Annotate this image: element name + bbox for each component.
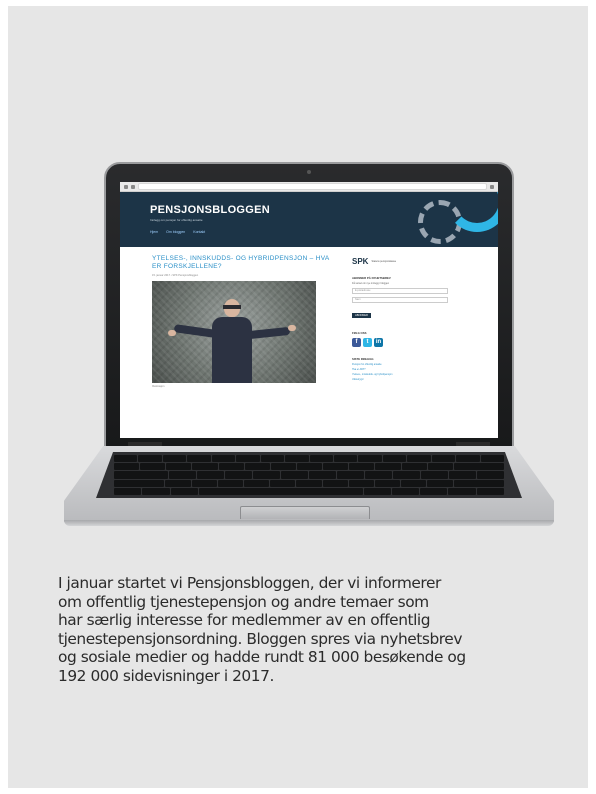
recent-link[interactable]: Hva er AFP? xyxy=(352,368,462,371)
post-title[interactable]: YTELSES-, INNSKUDDS- OG HYBRIDPENSJON – … xyxy=(152,255,332,270)
subscribe-text: Få varsel om nye innlegg i bloggen xyxy=(352,282,390,285)
post-meta: 15. januar 2017 • SPK Pensjonsbloggen xyxy=(152,274,199,277)
paragraph-line: om offentlig tjenestepensjon og andre te… xyxy=(58,592,429,611)
key-row xyxy=(114,455,504,463)
spk-brand: SPK Statens pensjonskasse xyxy=(352,257,462,266)
subscribe-button[interactable]: ABONNER xyxy=(352,313,371,318)
man-body xyxy=(212,317,252,383)
recent-heading: SISTE INNLEGG xyxy=(352,357,374,361)
man-hand-left xyxy=(168,330,176,336)
keyboard xyxy=(96,452,522,498)
laptop-base-edge xyxy=(64,520,554,526)
laptop-lid: PENSJONSBLOGGEN Innlegg om pensjon for o… xyxy=(104,162,514,450)
twitter-icon[interactable]: t xyxy=(363,338,372,347)
image-caption: Illustrasjon xyxy=(152,385,165,388)
nav-item-home[interactable]: Hjem xyxy=(150,230,158,234)
linkedin-icon[interactable]: in xyxy=(374,338,383,347)
key-row xyxy=(114,479,505,487)
paragraph-line: har særlig interesse for medlemmer av en… xyxy=(58,611,431,630)
nav-item-about[interactable]: Om bloggen xyxy=(166,230,185,234)
forward-icon[interactable] xyxy=(131,184,135,189)
laptop-screen: PENSJONSBLOGGEN Innlegg om pensjon for o… xyxy=(120,182,498,438)
paragraph-line: og sosiale medier og hadde rundt 81 000 … xyxy=(58,648,466,667)
address-bar[interactable] xyxy=(138,183,487,190)
recent-link[interactable]: Uføretrygd xyxy=(352,378,462,381)
paragraph-line: I januar startet vi Pensjonsbloggen, der… xyxy=(58,574,441,592)
spk-logo[interactable]: SPK xyxy=(352,257,368,266)
recent-link[interactable]: Ytelses-, innskudds- og hybridpensjon xyxy=(352,373,462,376)
post-column: YTELSES-, INNSKUDDS- OG HYBRIDPENSJON – … xyxy=(152,255,332,388)
follow-heading: FØLG OSS xyxy=(352,331,367,335)
name-field[interactable]: Navn xyxy=(352,297,448,303)
blog-header: PENSJONSBLOGGEN Innlegg om pensjon for o… xyxy=(120,192,498,247)
key-row xyxy=(114,463,505,471)
blindfold xyxy=(223,305,241,309)
description-paragraph: I januar startet vi Pensjonsbloggen, der… xyxy=(58,574,538,686)
spk-logo-text: Statens pensjonskasse xyxy=(371,260,397,263)
nav-item-contact[interactable]: Kontakt xyxy=(193,230,205,234)
facebook-icon[interactable]: f xyxy=(352,338,361,347)
key-row xyxy=(114,471,504,479)
sidebar: SPK Statens pensjonskasse ABONNER PÅ NYH… xyxy=(352,255,462,388)
paragraph-line: tjenestepensjonsordning. Bloggen spres v… xyxy=(58,629,462,648)
post-image xyxy=(152,281,316,383)
browser-toolbar xyxy=(120,182,498,192)
menu-icon[interactable] xyxy=(490,184,494,189)
paragraph-line: 192 000 sidevisninger i 2017. xyxy=(58,666,274,685)
trackpad xyxy=(240,506,370,519)
back-icon[interactable] xyxy=(124,184,128,189)
email-field[interactable]: E-postadresse xyxy=(352,288,448,294)
laptop-illustration: PENSJONSBLOGGEN Innlegg om pensjon for o… xyxy=(0,0,596,560)
recent-link[interactable]: Pensjon for offentlig ansatte xyxy=(352,363,462,366)
man-hand-right xyxy=(288,325,296,331)
key-row xyxy=(114,487,504,495)
camera-icon xyxy=(307,170,311,174)
subscribe-heading: ABONNER PÅ NYHETSBREV xyxy=(352,276,391,280)
social-icons: f t in xyxy=(352,338,462,347)
blog-content: YTELSES-, INNSKUDDS- OG HYBRIDPENSJON – … xyxy=(120,247,498,388)
